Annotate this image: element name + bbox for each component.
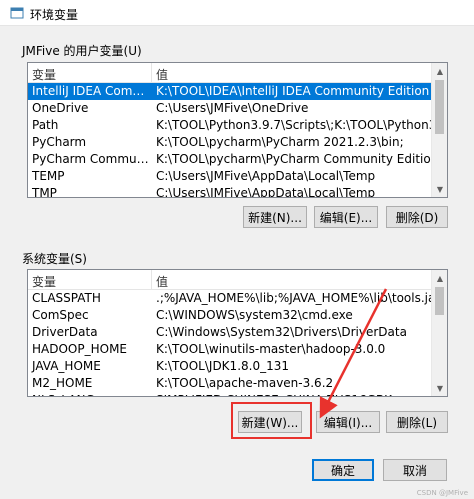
variable-value: C:\Users\JMFive\OneDrive (156, 101, 309, 115)
variable-value: SIMPLIFIED CHINESE_CHINA.ZHS16GBK (152, 392, 431, 396)
list-item[interactable]: TEMP C:\Users\JMFive\AppData\Local\Temp (28, 168, 431, 185)
list-item[interactable]: IntelliJ IDEA Community E... K:\TOOL\IDEA… (28, 83, 431, 100)
title-bar: 环境变量 (0, 0, 474, 26)
list-item[interactable]: ComSpec C:\WINDOWS\system32\cmd.exe (28, 307, 431, 324)
variable-name: JAVA_HOME (32, 359, 101, 373)
scroll-down-icon[interactable]: ▼ (432, 181, 448, 197)
variable-name: OneDrive (32, 101, 89, 115)
variable-value: C:\Users\JMFive\AppData\Local\Temp (156, 169, 376, 183)
column-header-value[interactable]: 值 (152, 63, 431, 82)
list-item[interactable]: CLASSPATH .;%JAVA_HOME%\lib;%JAVA_HOME%\l… (28, 290, 431, 307)
column-header-variable[interactable]: 变量 (28, 270, 152, 289)
variable-value: C:\WINDOWS\system32\cmd.exe (156, 308, 353, 322)
list-item[interactable]: Path K:\TOOL\Python3.9.7\Scripts\;K:\TOOL… (28, 117, 431, 134)
system-delete-button[interactable]: 删除(L) (386, 411, 448, 433)
user-variables-panel: 变量 值 IntelliJ IDEA Community E... K:\TOOL… (27, 62, 448, 198)
system-variables-panel: 变量 值 CLASSPATH .;%JAVA_HOME%\lib;%JAVA_HO… (27, 269, 448, 397)
user-list-scrollbar[interactable]: ▲ ▼ (431, 63, 447, 197)
user-list-header: 变量 值 (28, 63, 431, 83)
variable-value: K:\TOOL\IDEA\IntelliJ IDEA Community Edi… (156, 84, 431, 98)
scroll-down-icon[interactable]: ▼ (432, 380, 448, 396)
user-edit-button[interactable]: 编辑(E)... (314, 206, 378, 228)
scroll-thumb[interactable] (435, 80, 444, 134)
variable-value: K:\TOOL\winutils-master\hadoop-3.0.0 (156, 342, 386, 356)
variable-name: IntelliJ IDEA Community E... (32, 84, 152, 98)
user-variables-label: JMFive 的用户变量(U) (22, 44, 142, 58)
variable-value: K:\TOOL\apache-maven-3.6.2 (156, 376, 334, 390)
window-title: 环境变量 (30, 8, 79, 22)
system-variables-label: 系统变量(S) (22, 252, 87, 266)
system-list-header: 变量 值 (28, 270, 431, 290)
user-delete-button[interactable]: 删除(D) (386, 206, 448, 228)
list-item[interactable]: OneDrive C:\Users\JMFive\OneDrive (28, 100, 431, 117)
cancel-button[interactable]: 取消 (383, 459, 447, 481)
ok-button[interactable]: 确定 (312, 459, 374, 481)
column-header-variable[interactable]: 变量 (28, 63, 152, 82)
variable-name: CLASSPATH (32, 291, 101, 305)
system-variables-list[interactable]: 变量 值 CLASSPATH .;%JAVA_HOME%\lib;%JAVA_HO… (28, 270, 431, 396)
variable-name: TMP (32, 186, 57, 197)
list-item[interactable]: NLS_LANGSIMPLIFIED CHINESE_CHINA.ZHS16GB… (28, 392, 431, 396)
variable-name: ComSpec (32, 308, 89, 322)
scroll-up-icon[interactable]: ▲ (432, 63, 448, 79)
list-item[interactable]: PyCharm K:\TOOL\pycharm\PyCharm 2021.2.3\… (28, 134, 431, 151)
system-edit-button[interactable]: 编辑(I)... (316, 411, 380, 433)
variable-value: K:\TOOL\Python3.9.7\Scripts\;K:\TOOL\Pyt… (156, 118, 431, 132)
watermark: CSDN @JMFive (416, 489, 468, 497)
list-item[interactable]: HADOOP_HOME K:\TOOL\winutils-master\hadoo… (28, 341, 431, 358)
list-item[interactable]: TMP C:\Users\JMFive\AppData\Local\Temp (28, 185, 431, 197)
system-list-scrollbar[interactable]: ▲ ▼ (431, 270, 447, 396)
variable-value: .;%JAVA_HOME%\lib;%JAVA_HOME%\lib\tools.… (156, 291, 431, 305)
variable-name: NLS_LANG (28, 392, 152, 396)
list-item[interactable]: PyCharm Community Editi... K:\TOOL\pychar… (28, 151, 431, 168)
variable-value: K:\TOOL\pycharm\PyCharm 2021.2.3\bin; (156, 135, 404, 149)
variable-value: C:\Users\JMFive\AppData\Local\Temp (156, 186, 376, 197)
variable-name: PyCharm Community Editi... (32, 152, 152, 166)
variable-value: K:\TOOL\pycharm\PyCharm Community Editio… (156, 152, 431, 166)
variable-value: C:\Windows\System32\Drivers\DriverData (156, 325, 407, 339)
user-new-button[interactable]: 新建(N)... (243, 206, 307, 228)
variable-name: HADOOP_HOME (32, 342, 128, 356)
variable-name: DriverData (32, 325, 98, 339)
scroll-thumb[interactable] (435, 287, 444, 315)
user-variables-list[interactable]: 变量 值 IntelliJ IDEA Community E... K:\TOOL… (28, 63, 431, 197)
environment-variables-dialog: JMFive 的用户变量(U) 变量 值 IntelliJ IDEA Commu… (0, 26, 474, 499)
list-item[interactable]: M2_HOME K:\TOOL\apache-maven-3.6.2 (28, 375, 431, 392)
variable-name: M2_HOME (32, 376, 93, 390)
annotation-highlight-box (231, 402, 312, 439)
variable-name: PyCharm (32, 135, 87, 149)
list-item[interactable]: DriverData C:\Windows\System32\Drivers\Dr… (28, 324, 431, 341)
column-header-value[interactable]: 值 (152, 270, 431, 289)
variable-name: Path (32, 118, 59, 132)
variable-value: K:\TOOL\JDK1.8.0_131 (156, 359, 289, 373)
variable-name: TEMP (32, 169, 65, 183)
list-item[interactable]: JAVA_HOME K:\TOOL\JDK1.8.0_131 (28, 358, 431, 375)
window-icon (10, 7, 24, 19)
scroll-up-icon[interactable]: ▲ (432, 270, 448, 286)
